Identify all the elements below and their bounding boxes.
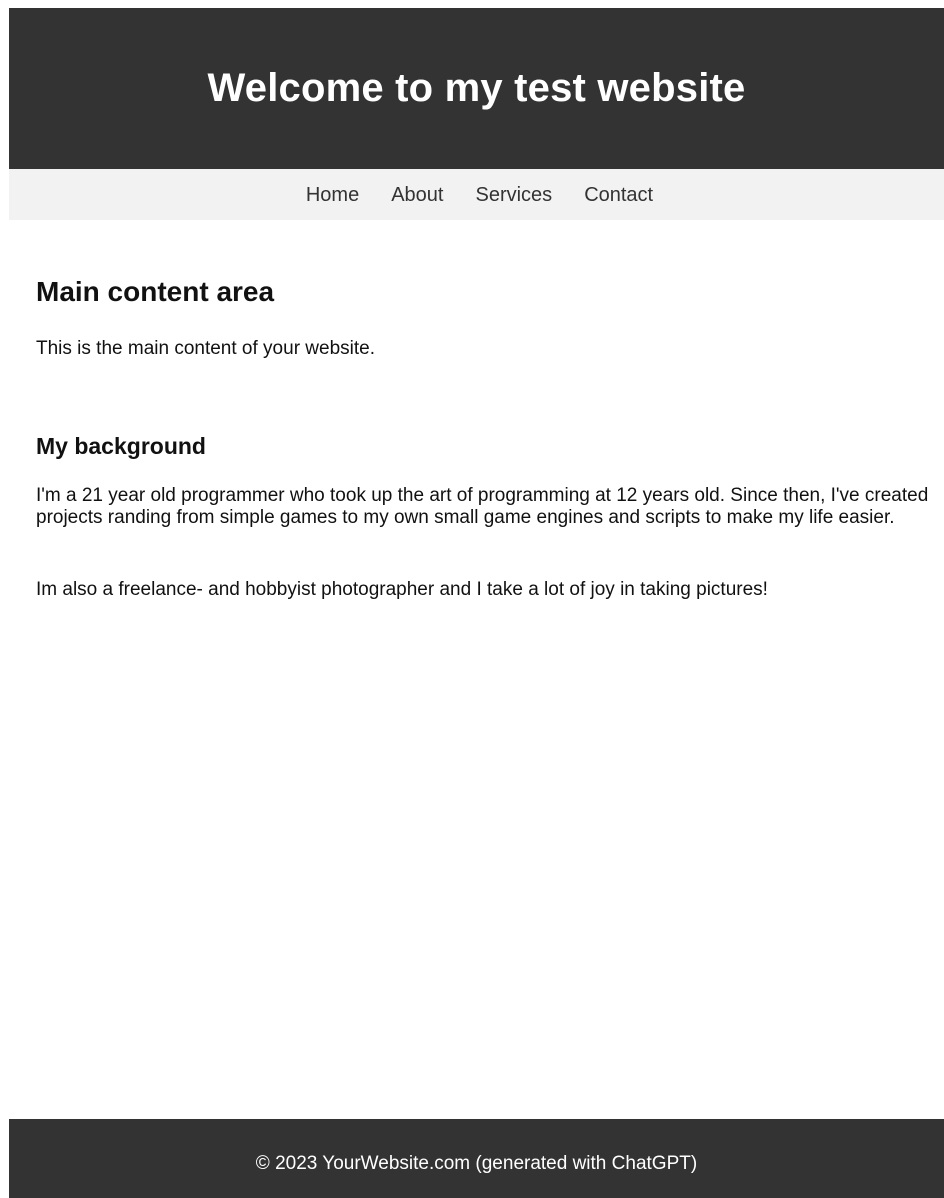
nav-item: Contact: [584, 183, 653, 207]
background-heading: My background: [36, 433, 206, 459]
nav-item: Home: [306, 183, 359, 207]
main-heading: Main content area: [36, 276, 275, 307]
nav-link-home[interactable]: Home: [306, 184, 359, 206]
background-paragraph-1: I'm a 21 year old programmer who took up…: [36, 485, 929, 528]
page: Welcome to my test website Home About Se…: [9, 8, 944, 1198]
site-header: Welcome to my test website: [9, 8, 944, 169]
nav-link-about[interactable]: About: [391, 184, 443, 206]
nav-link-services[interactable]: Services: [475, 184, 552, 206]
nav-item: About: [391, 183, 443, 207]
main-nav: Home About Services Contact: [9, 169, 944, 220]
nav-list: Home About Services Contact: [9, 169, 944, 220]
site-footer: © 2023 YourWebsite.com (generated with C…: [9, 1119, 944, 1198]
main-intro-text: This is the main content of your website…: [36, 338, 375, 359]
nav-item: Services: [475, 183, 552, 207]
page-title: Welcome to my test website: [207, 66, 746, 110]
nav-link-contact[interactable]: Contact: [584, 184, 653, 206]
background-paragraph-2: Im also a freelance- and hobbyist photog…: [36, 579, 768, 600]
footer-copyright: © 2023 YourWebsite.com (generated with C…: [255, 1153, 698, 1174]
